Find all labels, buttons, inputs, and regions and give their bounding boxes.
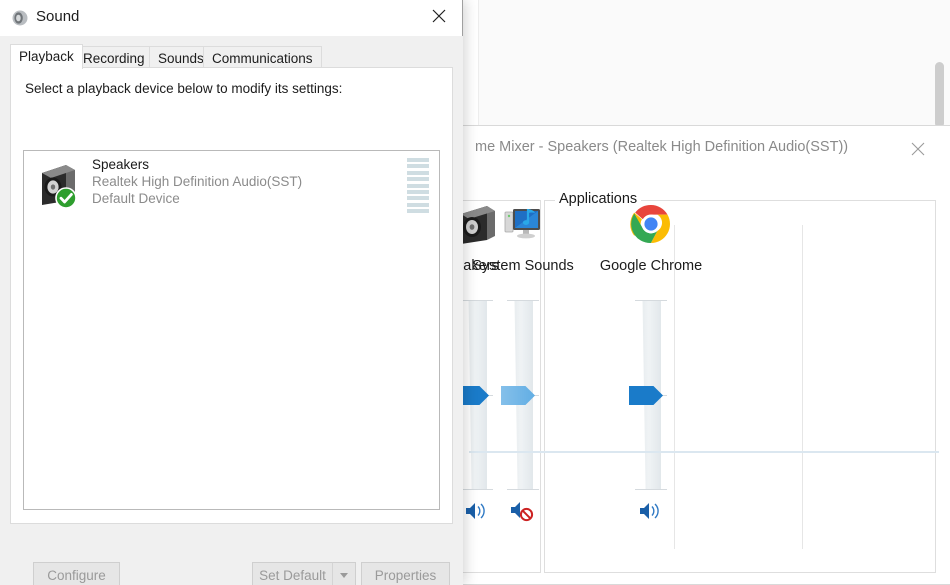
volume-slider-system-sounds[interactable] (493, 300, 553, 490)
screen: me Mixer - Speakers (Realtek High Defini… (0, 0, 950, 585)
slider-tick-bottom (507, 489, 539, 490)
chrome-icon (627, 200, 675, 248)
volume-level-meter (407, 158, 429, 213)
playback-hint-text: Select a playback device below to modify… (25, 81, 342, 96)
tab-recording[interactable]: Recording (74, 46, 154, 68)
slider-tick-top (635, 300, 667, 301)
speaker-icon (11, 9, 29, 27)
volume-mixer-body: e Applications (459, 170, 950, 584)
device-driver: Realtek High Definition Audio(SST) (92, 174, 302, 189)
mixer-channel-google-chrome[interactable]: Google Chrome (593, 170, 709, 543)
properties-button[interactable]: Properties (361, 562, 450, 585)
volume-mixer-window[interactable]: me Mixer - Speakers (Realtek High Defini… (458, 125, 950, 585)
sound-dialog-titlebar[interactable]: Sound (0, 0, 462, 36)
mute-button-google-chrome[interactable] (634, 496, 668, 526)
tab-playback[interactable]: Playback (10, 44, 83, 69)
volume-slider-google-chrome[interactable] (621, 300, 681, 490)
tab-label: Sounds (158, 51, 204, 66)
background-page-content (479, 0, 950, 130)
configure-button[interactable]: Configure (33, 562, 120, 585)
close-icon[interactable] (416, 0, 462, 32)
sound-dialog-title: Sound (36, 8, 79, 25)
slider-tick-top (507, 300, 539, 301)
mute-button-system-sounds[interactable] (506, 496, 540, 526)
set-default-button-label: Set Default (259, 568, 326, 583)
mixer-channel-system-sounds[interactable]: System Sounds (465, 170, 581, 543)
slider-rail (469, 451, 939, 453)
channel-divider (802, 225, 803, 549)
device-list-item[interactable]: Speakers Realtek High Definition Audio(S… (24, 151, 439, 219)
close-icon[interactable] (904, 136, 932, 162)
device-name: Speakers (92, 157, 149, 172)
device-status: Default Device (92, 191, 180, 206)
caret-shape (340, 573, 348, 578)
tab-label: Playback (19, 49, 74, 64)
chevron-down-icon[interactable] (332, 562, 356, 585)
mixer-channel-label: Google Chrome (593, 258, 709, 274)
tab-label: Recording (83, 51, 145, 66)
tab-label: Communications (212, 51, 313, 66)
sound-tabstrip[interactable]: Playback Recording Sounds Communications (10, 44, 453, 68)
sound-dialog-body: Playback Recording Sounds Communications… (0, 36, 463, 585)
set-default-button[interactable]: Set Default (252, 562, 332, 585)
mixer-channel-label: System Sounds (465, 258, 581, 274)
system-sounds-icon (499, 200, 547, 248)
slider-tick-bottom (635, 489, 667, 490)
tab-communications[interactable]: Communications (203, 46, 322, 68)
configure-button-label: Configure (47, 568, 106, 583)
sound-dialog-window[interactable]: Sound Playback Recording Sounds (0, 0, 463, 585)
properties-button-label: Properties (375, 568, 437, 583)
vertical-scrollbar[interactable] (935, 62, 944, 128)
volume-mixer-title: me Mixer - Speakers (Realtek High Defini… (475, 139, 848, 155)
playback-tab-page: Select a playback device below to modify… (10, 67, 453, 524)
playback-device-list[interactable]: Speakers Realtek High Definition Audio(S… (23, 150, 440, 510)
speaker-box-icon (36, 161, 84, 209)
volume-mixer-titlebar[interactable]: me Mixer - Speakers (Realtek High Defini… (459, 126, 950, 170)
